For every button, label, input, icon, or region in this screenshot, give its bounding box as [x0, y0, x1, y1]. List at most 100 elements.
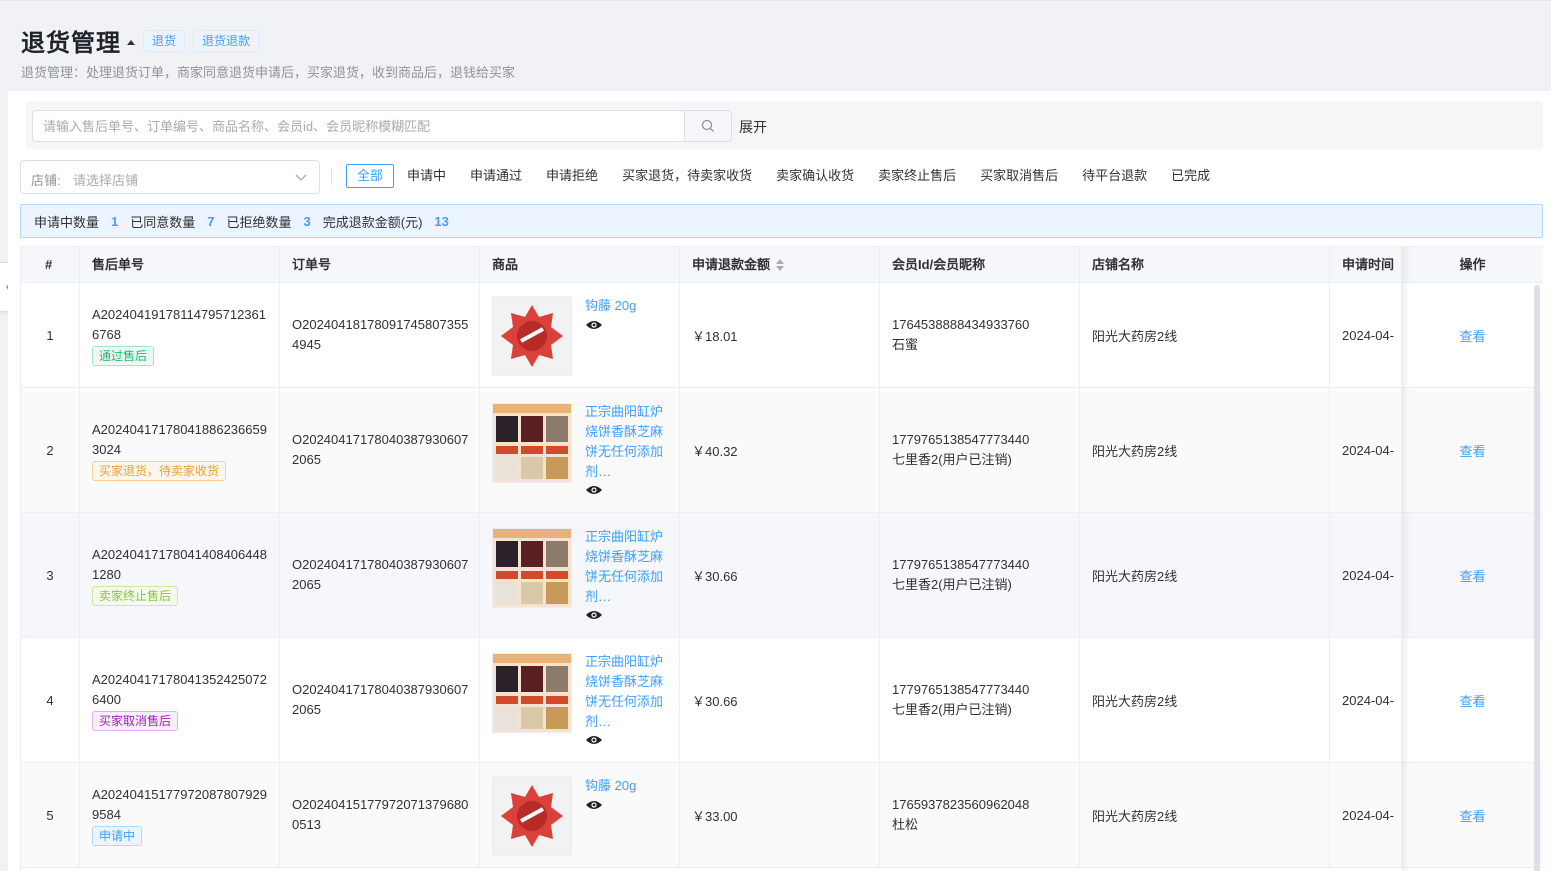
- member-id: 1779765138547773440: [892, 432, 1030, 447]
- product-badge-image: [493, 777, 571, 855]
- page-header: 退货管理 退货 退货退款 退货管理：处理退货订单，商家同意退货申请后，买家退货，…: [0, 0, 1551, 90]
- shop-name: 阳光大药房2线: [1092, 808, 1178, 824]
- row-index: 4: [46, 692, 54, 708]
- product-name-link[interactable]: 钩藤 20g: [585, 296, 665, 316]
- product-photo-image: [493, 654, 571, 732]
- eye-icon[interactable]: [585, 484, 603, 496]
- product-image[interactable]: [492, 528, 572, 608]
- caret-up-icon[interactable]: [127, 40, 135, 45]
- eye-icon[interactable]: [585, 799, 603, 811]
- member-nickname: 杜松: [892, 817, 919, 832]
- tab-completed[interactable]: 已完成: [1160, 164, 1221, 188]
- status-tabs: 全部 申请中 申请通过 申请拒绝 买家退货，待卖家收货 卖家确认收货 卖家终止售…: [346, 164, 1223, 188]
- aftersale-no: A202404151779720878079299584: [92, 786, 267, 822]
- product-image[interactable]: [492, 403, 572, 483]
- aftersale-no: A202404171780413524250726400: [92, 671, 267, 707]
- product-photo-image: [493, 404, 571, 482]
- product-photo-image: [493, 529, 571, 607]
- table-row: 3 A202404171780414084064481280 卖家终止售后 O2…: [21, 513, 1543, 638]
- fixed-column-shadow: [1402, 247, 1410, 871]
- refund-amount: ￥18.01: [692, 328, 738, 344]
- shop-select-placeholder: 请选择店铺: [73, 173, 139, 188]
- view-button[interactable]: 查看: [1459, 441, 1485, 460]
- product-image[interactable]: [492, 776, 572, 856]
- table-row: 5 A202404151779720878079299584 申请中 O2024…: [21, 763, 1543, 868]
- member-nickname: 七里香2(用户已注销): [892, 702, 1012, 717]
- order-no: O202404181780917458073554945: [292, 317, 469, 352]
- col-member: 会员Id/会员昵称: [880, 247, 1080, 283]
- returns-table: # 售后单号 订单号 商品 申请退款金额 会员Id/会员昵称 店铺名称 申请时间…: [20, 246, 1543, 871]
- col-refund-amount[interactable]: 申请退款金额: [680, 247, 880, 283]
- aftersale-no: A202404171780418862366593024: [92, 421, 267, 457]
- tag-return-refund[interactable]: 退货退款: [193, 29, 260, 52]
- row-index: 2: [46, 442, 54, 458]
- tab-seller-received[interactable]: 卖家确认收货: [765, 164, 865, 188]
- expand-filters-link[interactable]: 展开: [739, 117, 767, 137]
- order-no: O202404171780403879306072065: [292, 432, 469, 467]
- search-button[interactable]: [685, 110, 732, 142]
- tab-all[interactable]: 全部: [346, 164, 395, 188]
- tab-applying[interactable]: 申请中: [396, 164, 457, 188]
- product-name-link[interactable]: 正宗曲阳缸炉烧饼香酥芝麻饼无任何添加剂…: [585, 652, 665, 732]
- tab-pending-refund[interactable]: 待平台退款: [1071, 164, 1158, 188]
- search-input[interactable]: [33, 111, 684, 141]
- tab-rejected[interactable]: 申请拒绝: [535, 164, 609, 188]
- search-field[interactable]: [32, 110, 685, 142]
- member-id: 1779765138547773440: [892, 557, 1030, 572]
- order-no: O202404171780403879306072065: [292, 557, 469, 592]
- apply-time: 2024-04-: [1342, 692, 1395, 708]
- apply-time: 2024-04-: [1342, 442, 1395, 458]
- stat-pending-label: 申请中数量: [34, 214, 100, 230]
- view-button[interactable]: 查看: [1459, 566, 1485, 585]
- view-button[interactable]: 查看: [1459, 691, 1485, 710]
- tab-buyer-cancelled[interactable]: 买家取消售后: [969, 164, 1069, 188]
- status-badge: 申请中: [92, 825, 143, 846]
- aftersale-no: A202404191781147957123616768: [92, 306, 266, 342]
- stat-rejected-label: 已拒绝数量: [226, 214, 292, 230]
- divider: [331, 169, 332, 185]
- table-row: 2 A202404171780418862366593024 买家退货，待卖家收…: [21, 388, 1543, 513]
- member-nickname: 石蜜: [892, 337, 919, 352]
- status-badge: 买家退货，待卖家收货: [92, 460, 227, 481]
- status-badge: 买家取消售后: [92, 710, 179, 731]
- product-image[interactable]: [492, 653, 572, 733]
- tab-seller-terminated[interactable]: 卖家终止售后: [867, 164, 967, 188]
- vertical-scrollbar[interactable]: [1534, 285, 1540, 871]
- row-index: 1: [46, 327, 54, 343]
- shop-select-label: 店铺:: [31, 173, 61, 188]
- chevron-down-icon: [295, 174, 307, 181]
- order-no: O202404151779720713796800513: [292, 797, 469, 832]
- col-index: #: [21, 247, 80, 283]
- stat-refund-value: 13: [434, 213, 449, 229]
- col-product: 商品: [480, 247, 680, 283]
- view-button[interactable]: 查看: [1459, 806, 1485, 825]
- col-apply-time: 申请时间: [1330, 247, 1402, 283]
- title-row: 退货管理 退货 退货退款: [21, 23, 260, 58]
- eye-icon[interactable]: [585, 734, 603, 746]
- page-title: 退货管理: [21, 30, 121, 57]
- product-image[interactable]: [492, 296, 572, 376]
- shop-select[interactable]: 店铺: 请选择店铺: [20, 160, 320, 194]
- member-id: 1764538888434933760: [892, 317, 1030, 332]
- row-index: 5: [46, 807, 54, 823]
- eye-icon[interactable]: [585, 609, 603, 621]
- eye-icon[interactable]: [585, 319, 603, 331]
- view-button[interactable]: 查看: [1459, 326, 1485, 345]
- refund-amount: ￥33.00: [692, 808, 738, 824]
- product-name-link[interactable]: 正宗曲阳缸炉烧饼香酥芝麻饼无任何添加剂…: [585, 402, 665, 482]
- product-name-link[interactable]: 正宗曲阳缸炉烧饼香酥芝麻饼无任何添加剂…: [585, 527, 665, 607]
- member-id: 1765937823560962048: [892, 797, 1030, 812]
- refund-amount: ￥30.66: [692, 568, 738, 584]
- stat-refund-label: 完成退款金额(元): [322, 214, 423, 230]
- member-id: 1779765138547773440: [892, 682, 1030, 697]
- tab-approved[interactable]: 申请通过: [459, 164, 533, 188]
- member-nickname: 七里香2(用户已注销): [892, 452, 1012, 467]
- apply-time: 2024-04-: [1342, 807, 1395, 823]
- col-refund-amount-label: 申请退款金额: [692, 257, 771, 272]
- status-badge: 卖家终止售后: [92, 585, 179, 606]
- tag-return[interactable]: 退货: [143, 29, 186, 52]
- tab-buyer-returned[interactable]: 买家退货，待卖家收货: [611, 164, 763, 188]
- product-name-link[interactable]: 钩藤 20g: [585, 776, 665, 796]
- sort-icon[interactable]: [776, 258, 785, 271]
- aftersale-no: A202404171780414084064481280: [92, 546, 267, 582]
